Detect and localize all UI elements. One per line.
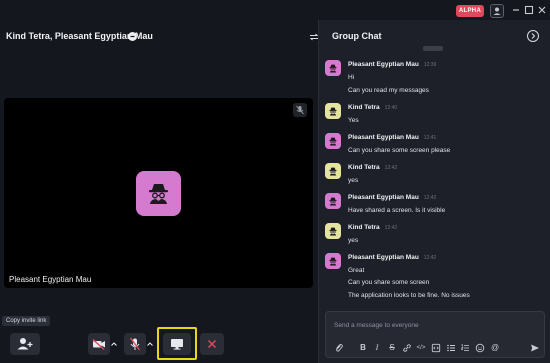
spy-icon <box>329 137 337 145</box>
spy-icon <box>149 184 168 204</box>
spy-icon <box>329 257 337 265</box>
message-timestamp: 12:42 <box>384 224 398 231</box>
spy-icon <box>329 197 337 205</box>
close-icon <box>207 339 217 349</box>
message-author: Pleasant Egyptian Mau 12:42 <box>348 193 437 201</box>
mic-toggle-button[interactable] <box>124 333 146 355</box>
add-user-icon <box>17 338 33 350</box>
call-options-button[interactable] <box>128 32 137 41</box>
collapse-chat-button[interactable] <box>527 30 539 42</box>
leave-call-button[interactable] <box>200 333 224 355</box>
spy-icon <box>329 167 337 175</box>
monitor-icon <box>171 339 183 350</box>
participant-avatar <box>136 171 181 216</box>
message-timestamp: 12:42 <box>423 194 437 201</box>
code-icon[interactable]: </> <box>416 343 426 353</box>
message-author: Pleasant Egyptian Mau 12:41 <box>348 133 437 141</box>
message-author: Kind Tetra 12:42 <box>348 223 398 231</box>
title-bar: ALPHA <box>0 0 550 20</box>
camera-off-icon <box>92 338 105 351</box>
chevron-right-icon <box>531 33 536 39</box>
message-text: Can you share some screen please <box>348 146 451 154</box>
mic-options-button[interactable] <box>145 333 155 355</box>
message-avatar <box>325 252 341 269</box>
spy-icon <box>329 227 337 235</box>
message-text: The application looks to be fine. No iss… <box>348 291 470 299</box>
mic-muted-indicator <box>293 103 307 117</box>
video-tile[interactable]: Pleasant Egyptian Mau <box>4 98 313 288</box>
close-window-icon[interactable] <box>537 5 547 15</box>
participant-name: Pleasant Egyptian Mau <box>9 275 92 284</box>
message-avatar <box>325 192 341 209</box>
message-composer: B I S </> @ <box>325 311 545 358</box>
emoji-icon[interactable] <box>475 343 485 353</box>
maximize-icon[interactable] <box>524 5 534 15</box>
message-author: Pleasant Egyptian Mau 12:39 <box>348 61 437 68</box>
mention-icon[interactable]: @ <box>490 343 500 353</box>
message-avatar <box>325 162 341 179</box>
message-text: Hi <box>348 74 355 81</box>
invite-tooltip: Copy invite link <box>2 316 51 326</box>
message-timestamp: 12:42 <box>384 164 398 171</box>
chevron-up-icon <box>147 342 153 346</box>
strikethrough-icon[interactable]: S <box>387 343 397 353</box>
bold-icon[interactable]: B <box>358 343 368 353</box>
spy-icon <box>329 64 337 73</box>
mic-off-icon <box>296 105 304 115</box>
copy-invite-link-button[interactable] <box>10 333 40 355</box>
message-text: Can you share some screen <box>348 279 430 286</box>
call-area: Kind Tetra, Pleasant Egyptian Mau Pleasa… <box>0 20 319 363</box>
screen-share-button[interactable] <box>163 333 191 355</box>
profile-button[interactable] <box>490 4 504 18</box>
message-author: Pleasant Egyptian Mau 12:42 <box>348 253 437 261</box>
camera-toggle-button[interactable] <box>88 333 110 355</box>
message-text: Yes <box>348 116 359 124</box>
message-timestamp: 12:39 <box>423 62 437 68</box>
message-avatar <box>325 102 341 119</box>
scroll-indicator[interactable] <box>423 46 443 51</box>
bulleted-list-icon[interactable] <box>446 343 456 353</box>
message-timestamp: 12:42 <box>423 254 437 261</box>
message-timestamp: 12:40 <box>384 104 398 111</box>
chat-panel: Group Chat Pleasant Egyptian Mau 12:39 Hi C… <box>318 20 550 363</box>
italic-icon[interactable]: I <box>372 343 382 353</box>
message-avatar <box>325 222 341 239</box>
send-icon[interactable] <box>530 343 540 353</box>
code-block-icon[interactable] <box>431 343 441 353</box>
link-icon[interactable] <box>402 343 412 353</box>
minimize-icon[interactable] <box>511 5 521 15</box>
message-timestamp: 12:41 <box>423 134 437 141</box>
numbered-list-icon[interactable] <box>460 343 470 353</box>
chat-title: Group Chat <box>332 31 382 41</box>
message-text: Great <box>348 266 365 274</box>
mic-off-icon <box>129 337 141 351</box>
message-author: Kind Tetra 12:40 <box>348 103 398 111</box>
attach-icon[interactable] <box>334 343 344 353</box>
ellipsis-icon <box>130 35 135 38</box>
message-avatar <box>325 60 341 76</box>
message-author: Kind Tetra 12:42 <box>348 163 398 171</box>
user-icon <box>493 7 501 15</box>
message-input[interactable] <box>332 318 532 332</box>
message-avatar <box>325 132 341 149</box>
chevron-up-icon <box>111 342 117 346</box>
message-text: Have shared a screen. Is it visible <box>348 206 446 214</box>
message-text: yes <box>348 236 359 244</box>
alpha-badge: ALPHA <box>456 5 484 17</box>
message-text: Can you read my messages <box>348 86 429 94</box>
spy-icon <box>329 107 337 115</box>
camera-options-button[interactable] <box>109 333 119 355</box>
message-text: yes <box>348 176 359 184</box>
